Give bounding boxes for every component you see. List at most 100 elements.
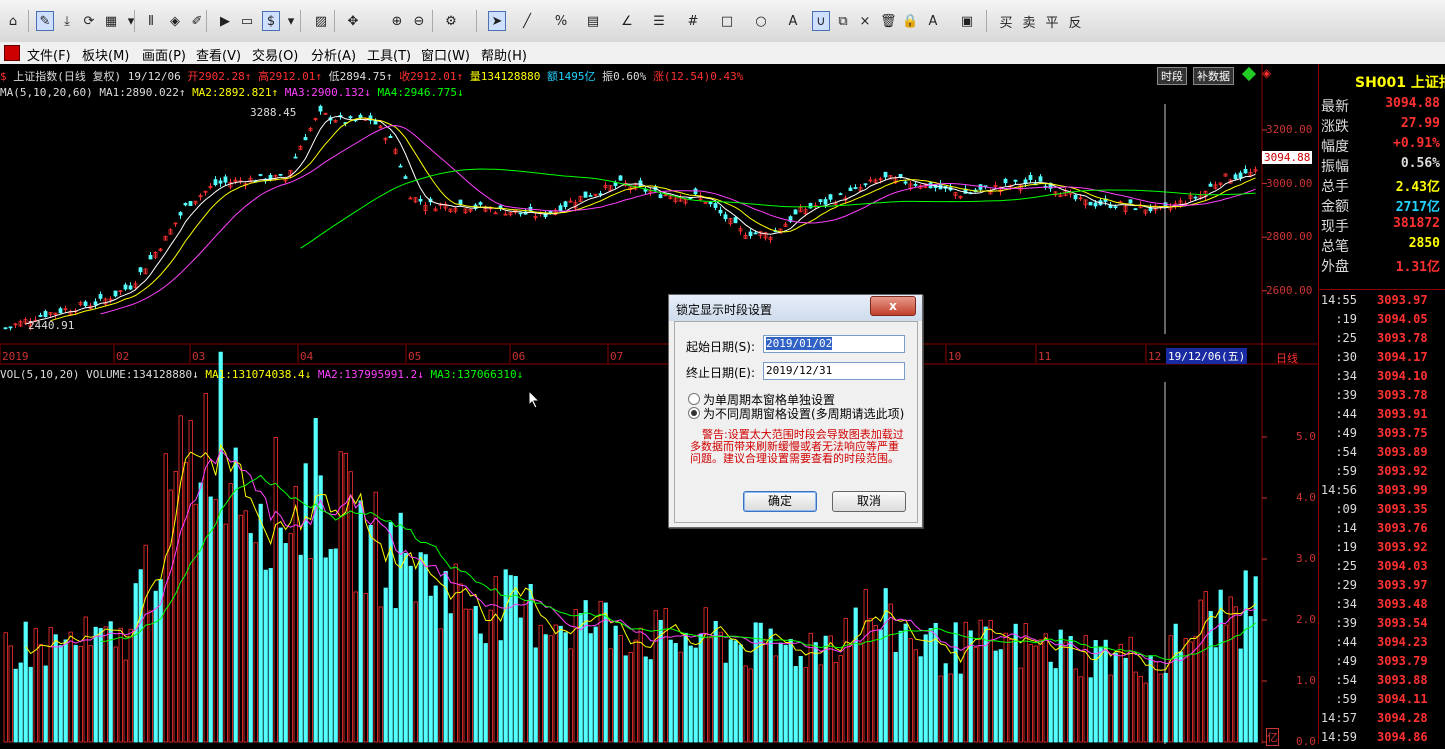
- volume-bar: [1128, 636, 1133, 743]
- volume-bar: [808, 632, 813, 743]
- menu-item[interactable]: 帮助(H): [481, 45, 527, 64]
- trash-icon[interactable]: 🗑: [878, 11, 899, 31]
- dropdown-icon[interactable]: ▾: [282, 11, 300, 31]
- radio-single-period[interactable]: [688, 393, 700, 405]
- volume-bar: [463, 608, 468, 743]
- move-icon[interactable]: ✥: [344, 11, 362, 31]
- menu-item[interactable]: 画面(P): [142, 45, 186, 64]
- menu-bar: 文件(F) 板块(M) 画面(P) 查看(V) 交易(O) 分析(A) 工具(T) 窗口(W)…: [0, 42, 1445, 65]
- ruler-icon[interactable]: ▤: [584, 11, 602, 31]
- lock-icon[interactable]: 🔒: [900, 11, 920, 31]
- start-date-input[interactable]: 2019/01/02: [763, 335, 905, 353]
- refresh-icon[interactable]: ⟳: [80, 11, 98, 31]
- draw-pen-icon[interactable]: ✎: [36, 11, 54, 31]
- period-label[interactable]: 日线: [1276, 350, 1298, 366]
- candle-body: [1038, 176, 1043, 182]
- hash-icon[interactable]: #: [684, 11, 702, 31]
- cancel-button[interactable]: 取消: [832, 491, 906, 512]
- radio-multi-period-label[interactable]: 为不同周期窗格设置(多周期请选此项): [703, 405, 904, 422]
- volume-bar: [633, 639, 638, 743]
- angle-icon[interactable]: ∠: [618, 11, 636, 31]
- flat-button[interactable]: 平: [1043, 11, 1061, 31]
- download-icon[interactable]: ⤓: [58, 11, 76, 31]
- dialog-titlebar[interactable]: 锁定显示时段设置 x: [669, 295, 922, 321]
- book-icon[interactable]: ▭: [238, 11, 256, 31]
- edit-icon[interactable]: ✐: [188, 11, 206, 31]
- volume-bar: [298, 554, 303, 743]
- gear-icon[interactable]: ⚙: [442, 11, 460, 31]
- zoom-out-icon[interactable]: ⊖: [410, 11, 428, 31]
- volume-bar: [58, 645, 63, 743]
- date-axis-label: 07: [610, 350, 624, 363]
- grid-icon[interactable]: ▦: [102, 11, 120, 31]
- end-date-input[interactable]: 2019/12/31: [763, 362, 905, 380]
- volume-bar: [538, 624, 543, 743]
- candle-body: [898, 174, 903, 178]
- toolbar-separator: [334, 10, 335, 32]
- menu-item[interactable]: 查看(V): [196, 45, 241, 64]
- ok-button[interactable]: 确定: [743, 491, 817, 512]
- chart-area[interactable]: $ 上证指数(日线 复权) 19/12/06 开2902.28↑ 高2912.0…: [0, 64, 1318, 748]
- bars-icon[interactable]: ⫴: [142, 11, 160, 31]
- quote-label: 幅度: [1321, 139, 1349, 155]
- date-axis-label: 05: [408, 350, 422, 363]
- radio-multi-period[interactable]: [688, 407, 700, 419]
- color-icon[interactable]: A: [924, 11, 942, 31]
- volume-bar: [443, 570, 448, 743]
- volume-bar: [973, 646, 978, 743]
- quote-row: 最新 3094.88: [1319, 96, 1445, 116]
- menu-item[interactable]: 交易(O): [252, 45, 298, 64]
- volume-bar: [938, 675, 943, 743]
- buy-button[interactable]: 买: [997, 11, 1015, 31]
- home-icon[interactable]: ⌂: [4, 11, 22, 31]
- percent-icon[interactable]: %: [552, 11, 570, 31]
- tick-row: 14:59 3094.86: [1319, 730, 1445, 749]
- tick-price: 3093.97: [1377, 293, 1428, 307]
- volume-bar: [413, 601, 418, 743]
- dialog-close-button[interactable]: x: [870, 296, 916, 316]
- volume-bar: [1158, 673, 1163, 743]
- zoom-in-icon[interactable]: ⊕: [388, 11, 406, 31]
- kline-chart[interactable]: [0, 64, 1318, 744]
- reverse-button[interactable]: 反: [1066, 11, 1084, 31]
- menu-item[interactable]: 工具(T): [367, 45, 411, 64]
- menu-item[interactable]: 分析(A): [311, 45, 356, 64]
- tick-time: :19: [1335, 312, 1357, 326]
- dollar-icon[interactable]: $: [262, 11, 280, 31]
- vol-axis-label: 3.0: [1296, 552, 1316, 565]
- menu-item[interactable]: 窗口(W): [421, 45, 470, 64]
- menu-item[interactable]: 文件(F): [27, 45, 71, 64]
- candle-body: [123, 284, 128, 290]
- rect-icon[interactable]: □: [718, 11, 736, 31]
- copy-icon[interactable]: ⧉: [834, 11, 852, 31]
- volume-bar: [1183, 637, 1188, 743]
- volume-bar: [903, 623, 908, 743]
- candle-body: [1243, 168, 1248, 174]
- magnet-icon[interactable]: ∪: [812, 11, 830, 31]
- volume-bar: [778, 642, 783, 743]
- close-icon[interactable]: ×: [856, 11, 874, 31]
- candle-body: [293, 156, 298, 159]
- chart-icon[interactable]: ▨: [312, 11, 330, 31]
- list-icon[interactable]: ☰: [650, 11, 668, 31]
- vol-axis-label: 2.0: [1296, 613, 1316, 626]
- dropdown-icon[interactable]: ▾: [122, 11, 140, 31]
- tick-price: 3093.89: [1377, 445, 1428, 459]
- volume-bar: [638, 627, 643, 743]
- volume-bar: [718, 631, 723, 743]
- play-icon[interactable]: ▶: [216, 11, 234, 31]
- candle-body: [1193, 196, 1198, 199]
- volume-bar: [603, 602, 608, 743]
- candle-body: [43, 311, 48, 318]
- volume-bar: [1048, 661, 1053, 743]
- quote-row: 振幅 0.56%: [1319, 156, 1445, 176]
- line-icon[interactable]: ╱: [518, 11, 536, 31]
- save-icon[interactable]: ▣: [958, 11, 976, 31]
- text-icon[interactable]: A: [784, 11, 802, 31]
- sell-button[interactable]: 卖: [1020, 11, 1038, 31]
- menu-item[interactable]: 板块(M): [82, 45, 129, 64]
- volume-bar: [558, 625, 563, 743]
- circle-icon[interactable]: ○: [752, 11, 770, 31]
- cursor-icon[interactable]: ➤: [488, 11, 506, 31]
- diamond-icon[interactable]: ◈: [166, 11, 184, 31]
